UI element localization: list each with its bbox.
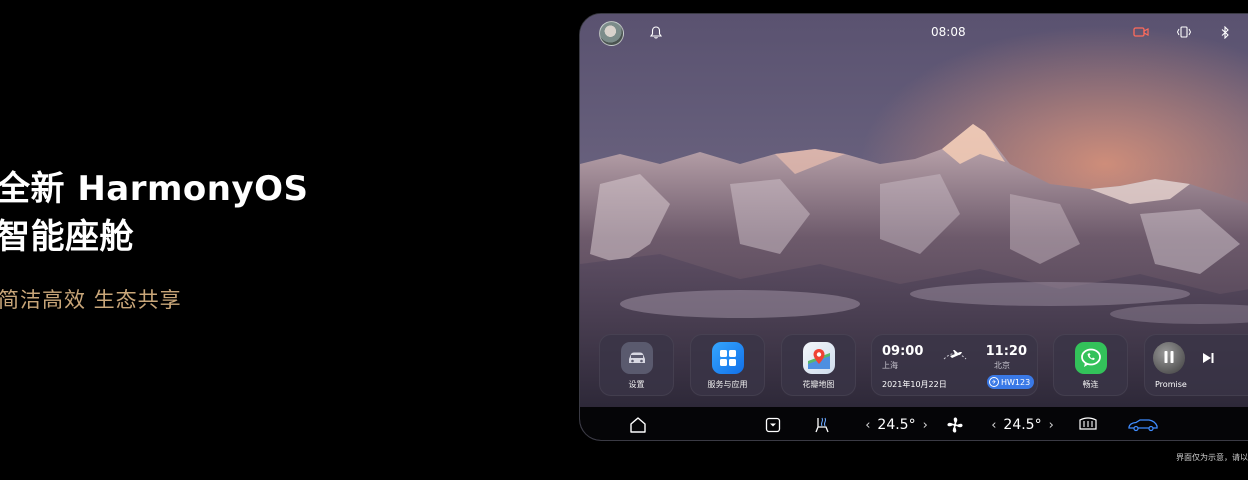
airplane-icon	[942, 346, 968, 368]
arrive-time: 11:20	[985, 344, 1027, 359]
bottom-control-bar: ‹ 24.5° › ‹ 24.5° ›	[580, 407, 1248, 440]
next-track-icon[interactable]	[1201, 350, 1215, 369]
app-dock: 设置 服务与应用 花瓣地图 09:00 上海 11:20 北京 2021年10月…	[580, 334, 1248, 400]
app-label: 畅连	[1082, 380, 1099, 389]
flight-date: 2021年10月22日	[882, 380, 947, 389]
temp-increase-icon[interactable]: ›	[923, 418, 928, 433]
temp-increase-icon[interactable]: ›	[1049, 418, 1054, 433]
camera-record-icon[interactable]	[1133, 24, 1149, 40]
avatar[interactable]	[599, 21, 624, 46]
clock: 08:08	[931, 25, 966, 39]
temp-decrease-icon[interactable]: ‹	[991, 418, 996, 433]
fan-icon[interactable]	[945, 415, 965, 435]
temp-decrease-icon[interactable]: ‹	[865, 418, 870, 433]
bluetooth-icon[interactable]	[1217, 24, 1233, 40]
promo-title: 全新 HarmonyOS 智能座舱	[0, 165, 309, 261]
app-label: 设置	[628, 380, 645, 389]
promo-tagline: 简洁高效 生态共享	[0, 288, 182, 312]
vibrate-icon[interactable]	[1176, 24, 1192, 40]
rear-defrost-icon[interactable]	[1077, 415, 1099, 435]
app-label: 服务与应用	[707, 380, 748, 389]
app-grid-icon	[712, 342, 744, 374]
disclaimer: 界面仅为示意，请以	[1176, 453, 1248, 462]
album-art	[1153, 342, 1185, 374]
home-icon[interactable]	[627, 415, 649, 435]
seat-heat-icon[interactable]	[811, 415, 833, 435]
depart-time: 09:00	[882, 344, 924, 359]
dock-app-settings[interactable]: 设置	[599, 334, 674, 396]
map-pin-icon	[803, 342, 835, 374]
airline-icon: ✈	[989, 377, 999, 387]
dock-app-messaging[interactable]: 畅连	[1053, 334, 1128, 396]
car-display: 08:08 设置 服务与应用 花瓣地图 09:00 上海 11:20 北京 20…	[579, 13, 1248, 441]
dock-app-maps[interactable]: 花瓣地图	[781, 334, 856, 396]
flight-card[interactable]: 09:00 上海 11:20 北京 2021年10月22日 ✈ HW123	[871, 334, 1038, 396]
drawer-icon[interactable]	[763, 415, 783, 435]
song-title: Promise	[1155, 380, 1187, 389]
passenger-temperature[interactable]: ‹ 24.5° ›	[985, 415, 1060, 435]
music-card[interactable]: Promise	[1144, 334, 1248, 396]
car-settings-icon	[621, 342, 653, 374]
driver-temp-value: 24.5°	[877, 417, 916, 433]
car-status-icon[interactable]	[1126, 415, 1160, 435]
flight-number: HW123	[1001, 377, 1031, 387]
app-label: 花瓣地图	[802, 380, 835, 389]
promo-title-line2: 智能座舱	[0, 217, 134, 257]
status-bar: 08:08	[580, 14, 1248, 52]
arrive-city: 北京	[994, 361, 1010, 370]
dock-app-services[interactable]: 服务与应用	[690, 334, 765, 396]
promo-title-line1: 全新 HarmonyOS	[0, 169, 309, 209]
depart-city: 上海	[882, 361, 898, 370]
driver-temperature[interactable]: ‹ 24.5° ›	[859, 415, 934, 435]
flight-number-badge: ✈ HW123	[987, 375, 1035, 389]
passenger-temp-value: 24.5°	[1003, 417, 1042, 433]
bell-icon[interactable]	[648, 24, 664, 40]
pause-icon[interactable]	[1163, 349, 1175, 368]
chat-bubble-icon	[1075, 342, 1107, 374]
